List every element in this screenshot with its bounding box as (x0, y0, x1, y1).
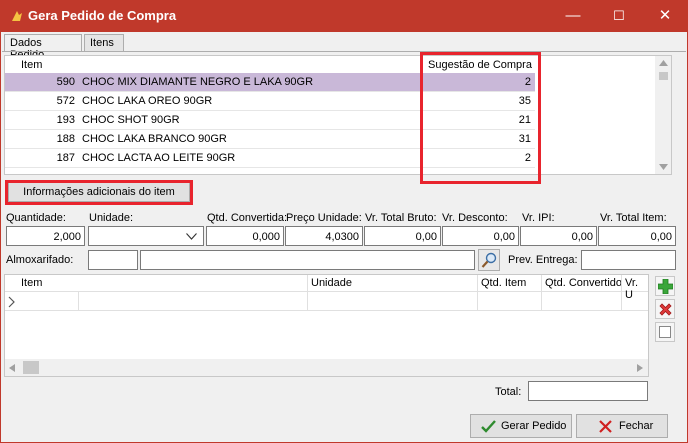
highlight-info-button (5, 180, 193, 205)
blank-square-icon (659, 326, 671, 338)
search-button[interactable] (478, 249, 500, 271)
label-almoxarifado: Almoxarifado: (6, 254, 74, 266)
minimize-button[interactable]: — (550, 0, 596, 32)
almoxarifado-name-input[interactable] (140, 250, 475, 270)
tab-itens[interactable]: Itens (84, 34, 124, 52)
almoxarifado-code-input[interactable] (88, 250, 138, 270)
column-divider (78, 292, 79, 310)
fechar-label: Fechar (619, 420, 654, 432)
column-header-unidade[interactable]: Unidade (311, 277, 352, 289)
vr-desconto-input[interactable]: 0,00 (442, 226, 519, 246)
quantidade-input[interactable]: 2,000 (6, 226, 85, 246)
scroll-up-icon[interactable] (659, 60, 668, 66)
delete-x-icon (659, 303, 672, 316)
preco-unidade-input[interactable]: 4,0300 (285, 226, 363, 246)
row-item-code: 188 (56, 133, 75, 145)
row-item-description: CHOC LAKA BRANCO 90GR (82, 133, 227, 145)
horizontal-scrollbar[interactable] (5, 359, 648, 376)
row-item-description: CHOC LAKA OREO 90GR (82, 95, 213, 107)
column-divider (541, 275, 542, 310)
label-total: Total: (495, 386, 522, 398)
checkmark-icon (481, 420, 496, 433)
label-quantidade: Quantidade: (6, 212, 66, 224)
gerar-pedido-button[interactable]: Gerar Pedido (470, 414, 572, 438)
row-item-code: 193 (56, 114, 75, 126)
chevron-down-icon[interactable] (186, 233, 197, 240)
column-divider (621, 275, 622, 310)
row-item-description: CHOC SHOT 90GR (82, 114, 180, 126)
label-vr-ipi: Vr. IPI: (522, 212, 555, 224)
remove-item-button[interactable] (655, 299, 675, 319)
row-item-code: 590 (56, 76, 75, 88)
magnifier-icon (481, 252, 497, 268)
column-header-item[interactable]: Item (21, 59, 42, 71)
label-vr-total-item: Vr. Total Item: (600, 212, 667, 224)
scroll-thumb[interactable] (23, 361, 39, 374)
window-title: Gera Pedido de Compra (28, 8, 177, 23)
vr-ipi-input[interactable]: 0,00 (520, 226, 597, 246)
label-vr-total-bruto: Vr. Total Bruto: (365, 212, 437, 224)
maximize-button[interactable]: ☐ (596, 0, 642, 32)
vr-total-item-input[interactable]: 0,00 (598, 226, 676, 246)
tab-separator (2, 51, 686, 52)
column-header-qtd-convertido[interactable]: Qtd. Convertido (545, 277, 622, 289)
vr-total-bruto-input[interactable]: 0,00 (364, 226, 441, 246)
column-header-qtd-item[interactable]: Qtd. Item (481, 277, 526, 289)
table-row[interactable] (5, 310, 648, 311)
row-item-code: 187 (56, 152, 75, 164)
tab-dados-pedido[interactable]: Dados Pedido (4, 34, 82, 61)
label-unidade: Unidade: (89, 212, 134, 224)
label-preco-unidade: Preço Unidade: (286, 212, 362, 224)
highlight-sugestao-column (420, 52, 541, 184)
scroll-down-icon[interactable] (659, 164, 668, 170)
prev-entrega-input[interactable] (581, 250, 676, 270)
add-item-button[interactable] (655, 276, 675, 296)
row-indicator-icon (8, 296, 15, 308)
column-divider (307, 275, 308, 310)
scroll-right-icon[interactable] (637, 364, 643, 372)
label-prev-entrega: Prev. Entrega: (508, 254, 578, 266)
label-qtd-convertida: Qtd. Convertida: (207, 212, 288, 224)
unidade-select[interactable] (88, 226, 204, 246)
column-divider (477, 275, 478, 310)
fechar-button[interactable]: Fechar (576, 414, 668, 438)
vertical-scrollbar[interactable] (655, 56, 671, 174)
close-button[interactable]: ✕ (642, 0, 688, 32)
row-item-description: CHOC MIX DIAMANTE NEGRO E LAKA 90GR (82, 76, 314, 88)
gerar-pedido-label: Gerar Pedido (501, 420, 567, 432)
app-icon (12, 11, 22, 21)
scroll-left-icon[interactable] (9, 364, 15, 372)
total-input[interactable] (528, 381, 648, 401)
label-vr-desconto: Vr. Desconto: (442, 212, 508, 224)
column-header-item[interactable]: Item (21, 277, 42, 289)
clear-item-button[interactable] (655, 322, 675, 342)
qtd-convertida-input[interactable]: 0,000 (206, 226, 284, 246)
close-x-icon (599, 420, 612, 433)
title-bar: Gera Pedido de Compra — ☐ ✕ (0, 0, 688, 32)
plus-icon (658, 279, 673, 294)
sub-items-grid[interactable]: Item Unidade Qtd. Item Qtd. Convertido V… (4, 274, 649, 377)
row-item-code: 572 (56, 95, 75, 107)
items-grid[interactable]: Item Sugestão de Compra 590 CHOC MIX DIA… (4, 55, 672, 175)
scroll-thumb[interactable] (659, 72, 668, 80)
column-header-vr-u[interactable]: Vr. U (625, 277, 648, 301)
row-item-description: CHOC LACTA AO LEITE 90GR (82, 152, 236, 164)
